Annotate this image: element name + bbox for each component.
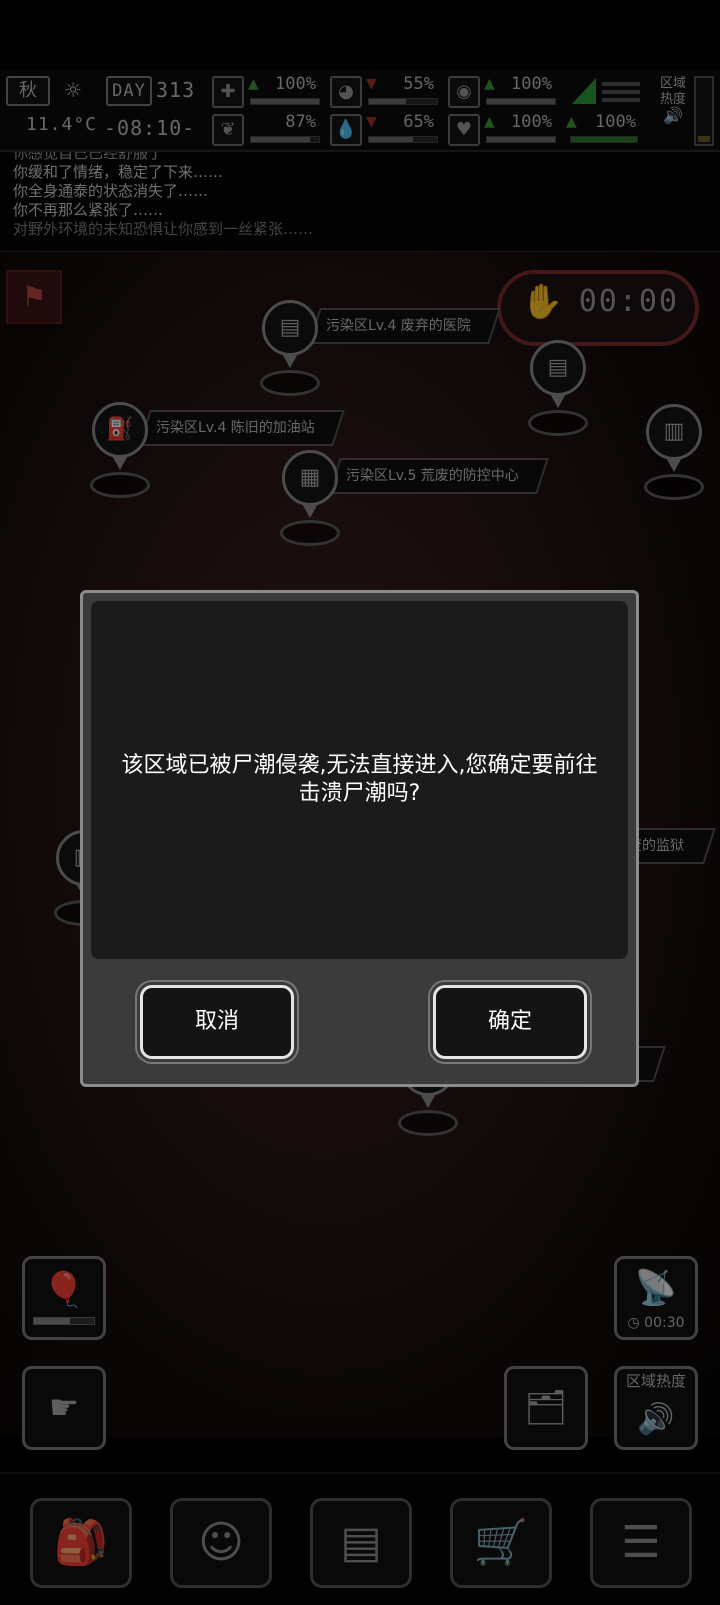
dialog-body: 该区域已被尸潮侵袭,无法直接进入,您确定要前往击溃尸潮吗? — [91, 601, 628, 959]
confirm-dialog: 该区域已被尸潮侵袭,无法直接进入,您确定要前往击溃尸潮吗? 取消 确定 — [80, 590, 639, 1087]
cancel-button[interactable]: 取消 — [140, 985, 294, 1059]
dialog-message: 该区域已被尸潮侵袭,无法直接进入,您确定要前往击溃尸潮吗? — [121, 753, 598, 806]
confirm-button[interactable]: 确定 — [433, 985, 587, 1059]
